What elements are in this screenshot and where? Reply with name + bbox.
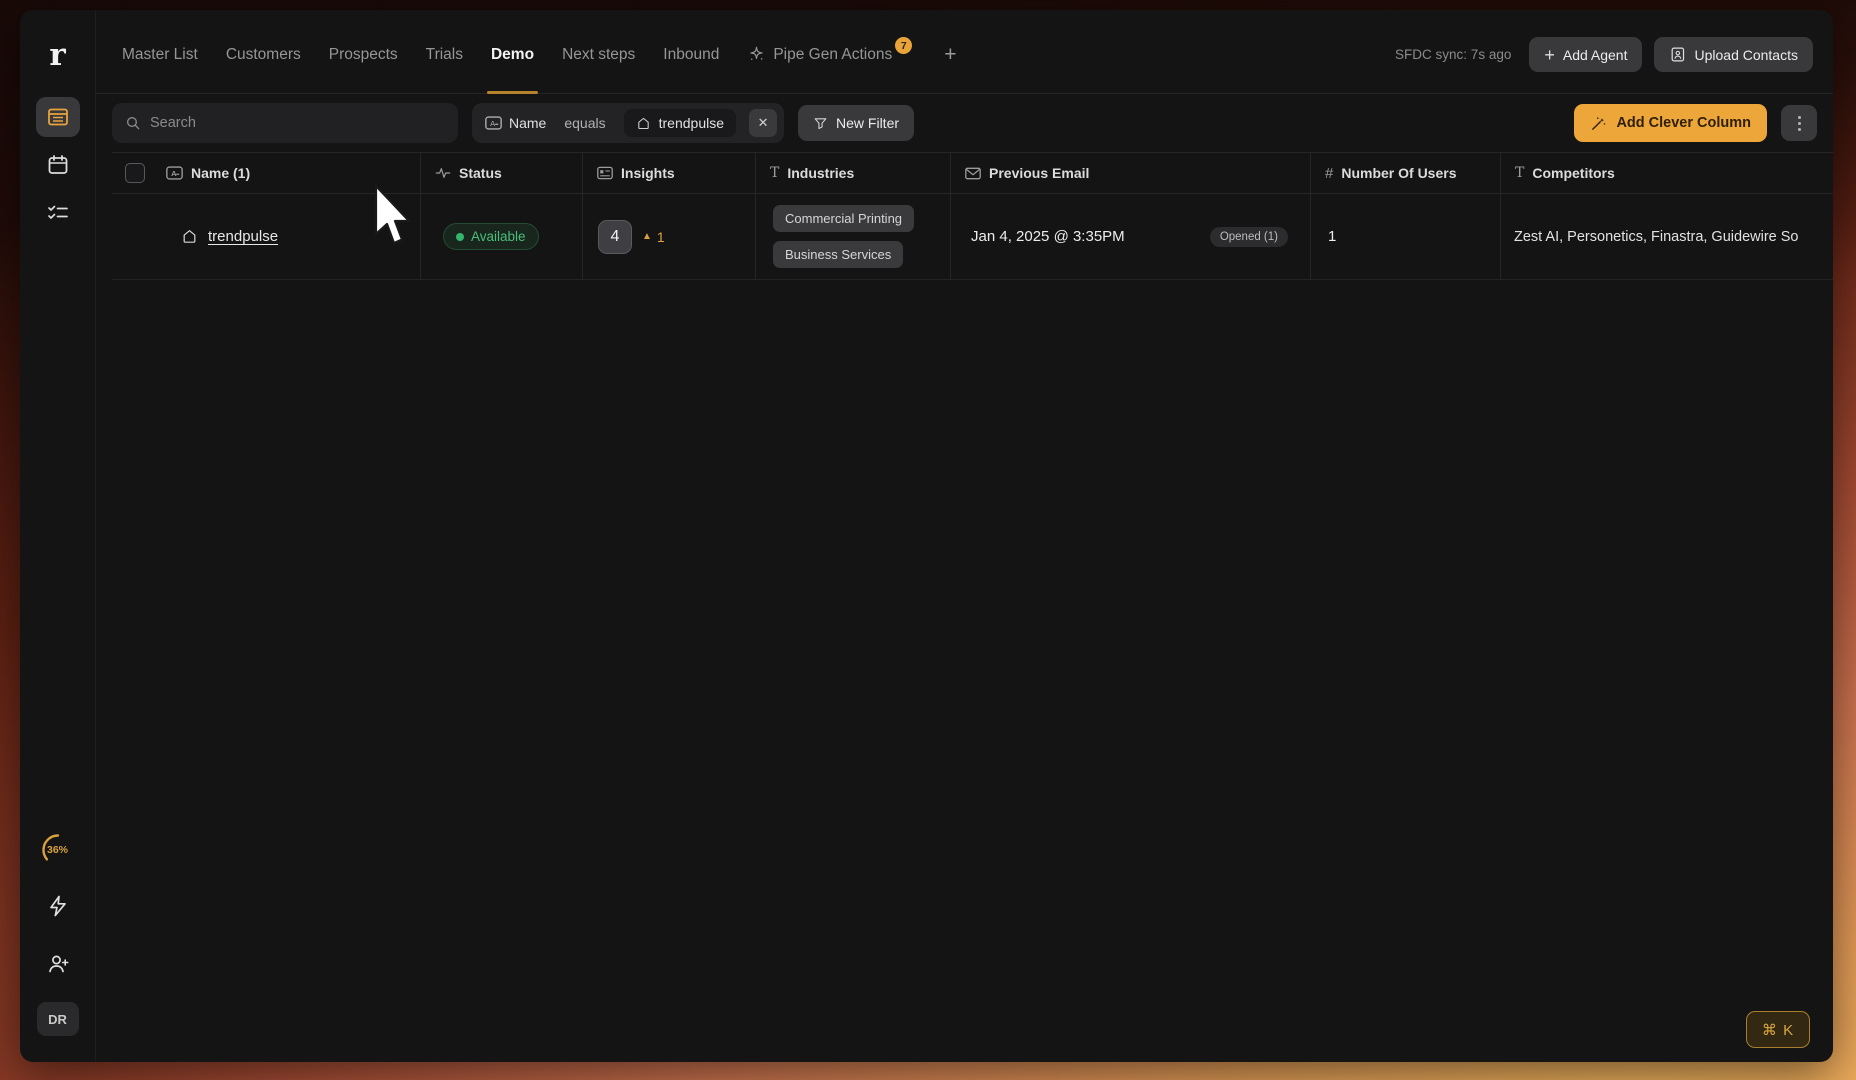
close-icon: ✕ — [758, 115, 769, 131]
industry-tag: Commercial Printing — [773, 205, 914, 232]
home-icon — [636, 116, 651, 131]
tab-master-list[interactable]: Master List — [122, 16, 198, 93]
triangle-up-icon: ▲ — [642, 232, 652, 242]
column-header-competitors[interactable]: T Competitors — [1500, 153, 1833, 193]
usage-percent-label: 36% — [47, 844, 68, 856]
app-logo: r — [49, 40, 65, 71]
insights-delta: ▲ 1 — [642, 229, 665, 245]
email-timestamp: Jan 4, 2025 @ 3:35PM — [971, 228, 1125, 245]
filter-field: Name — [509, 115, 546, 131]
company-name-link[interactable]: trendpulse — [208, 228, 278, 245]
tab-inbound[interactable]: Inbound — [663, 16, 719, 93]
magic-wand-icon — [1590, 115, 1607, 132]
number-of-users-cell: 1 — [1310, 194, 1500, 279]
app-window: r — [20, 10, 1833, 1062]
competitors-cell: Zest AI, Personetics, Finastra, Guidewir… — [1500, 194, 1833, 279]
sidebar-item-automations[interactable] — [36, 886, 80, 926]
search-box[interactable] — [112, 103, 458, 143]
header-select-cell — [112, 153, 152, 193]
lightning-bolt-icon — [46, 894, 70, 918]
desktop-background: r — [0, 0, 1856, 1080]
funnel-icon — [813, 116, 828, 131]
table-options-button[interactable] — [1781, 105, 1817, 141]
tab-bar: Master List Customers Prospects Trials D… — [96, 10, 1833, 94]
column-header-name[interactable]: A Name (1) — [152, 153, 420, 193]
tab-pipe-gen-actions[interactable]: Pipe Gen Actions 7 — [747, 16, 916, 93]
search-icon — [125, 115, 141, 131]
column-header-number-of-users[interactable]: # Number Of Users — [1310, 153, 1500, 193]
status-cell: Available — [420, 194, 582, 279]
text-type-icon: T — [770, 165, 779, 181]
sidebar-item-calendar[interactable] — [36, 145, 80, 185]
table-row[interactable]: trendpulse Available 4 ▲ 1 — [112, 194, 1833, 280]
add-tab-button[interactable]: + — [944, 16, 956, 93]
sparkle-icon — [747, 45, 766, 64]
filter-operator: equals — [564, 115, 605, 131]
column-header-insights[interactable]: Insights — [582, 153, 755, 193]
envelope-icon — [965, 167, 981, 180]
home-icon — [181, 228, 198, 245]
usage-gauge[interactable]: 36% — [40, 832, 76, 868]
calendar-icon — [46, 153, 70, 177]
column-header-status[interactable]: Status — [420, 153, 582, 193]
search-input[interactable] — [150, 115, 445, 131]
contacts-table: A Name (1) Status — [112, 152, 1833, 280]
toolbar: A Name equals trendpulse ✕ — [96, 94, 1833, 152]
name-cell[interactable]: trendpulse — [152, 194, 420, 279]
text-type-icon: T — [1515, 165, 1524, 181]
email-opened-badge: Opened (1) — [1210, 227, 1288, 247]
add-user-icon — [46, 952, 70, 976]
main-area: Master List Customers Prospects Trials D… — [96, 10, 1833, 1062]
sidebar-item-invite[interactable] — [36, 944, 80, 984]
select-all-checkbox[interactable] — [125, 163, 145, 183]
insights-cell[interactable]: 4 ▲ 1 — [582, 194, 755, 279]
svg-text:A: A — [171, 169, 177, 178]
filter-chip[interactable]: A Name equals trendpulse ✕ — [472, 103, 784, 143]
sidebar-item-table-view[interactable] — [36, 97, 80, 137]
upload-contacts-button[interactable]: Upload Contacts — [1654, 37, 1813, 72]
status-badge: Available — [443, 223, 539, 250]
row-select-cell — [112, 194, 152, 279]
number-type-icon: # — [1325, 165, 1333, 182]
tab-next-steps[interactable]: Next steps — [562, 16, 635, 93]
field-icon: A — [485, 116, 502, 130]
filter-value: trendpulse — [624, 109, 736, 137]
industry-tag: Business Services — [773, 241, 903, 268]
pulse-icon — [435, 166, 451, 180]
svg-text:A: A — [490, 119, 496, 128]
field-icon: A — [166, 166, 183, 180]
add-agent-button[interactable]: + Add Agent — [1529, 37, 1642, 72]
tab-demo[interactable]: Demo — [491, 16, 534, 93]
user-avatar[interactable]: DR — [37, 1002, 79, 1036]
add-clever-column-button[interactable]: Add Clever Column — [1574, 104, 1767, 142]
checklist-icon — [46, 201, 70, 225]
tab-prospects[interactable]: Prospects — [329, 16, 398, 93]
insights-count-badge[interactable]: 4 — [598, 220, 632, 254]
sidebar-item-tasks[interactable] — [36, 193, 80, 233]
column-header-industries[interactable]: T Industries — [755, 153, 950, 193]
new-filter-button[interactable]: New Filter — [798, 105, 914, 141]
previous-email-cell: Jan 4, 2025 @ 3:35PM Opened (1) — [950, 194, 1310, 279]
insights-card-icon — [597, 166, 613, 180]
tab-customers[interactable]: Customers — [226, 16, 301, 93]
status-dot-icon — [456, 233, 464, 241]
contacts-book-icon — [1669, 46, 1686, 63]
column-header-previous-email[interactable]: Previous Email — [950, 153, 1310, 193]
pipe-gen-actions-badge: 7 — [895, 37, 912, 54]
tab-trials[interactable]: Trials — [426, 16, 463, 93]
command-k-button[interactable]: ⌘ K — [1746, 1011, 1810, 1048]
table-view-icon — [46, 105, 70, 129]
sidebar: r — [20, 10, 96, 1062]
sfdc-sync-status: SFDC sync: 7s ago — [1395, 47, 1511, 62]
industries-cell: Commercial Printing Business Services — [755, 194, 950, 279]
plus-icon: + — [1544, 46, 1555, 64]
remove-filter-button[interactable]: ✕ — [749, 109, 777, 137]
table-header-row: A Name (1) Status — [112, 152, 1833, 194]
